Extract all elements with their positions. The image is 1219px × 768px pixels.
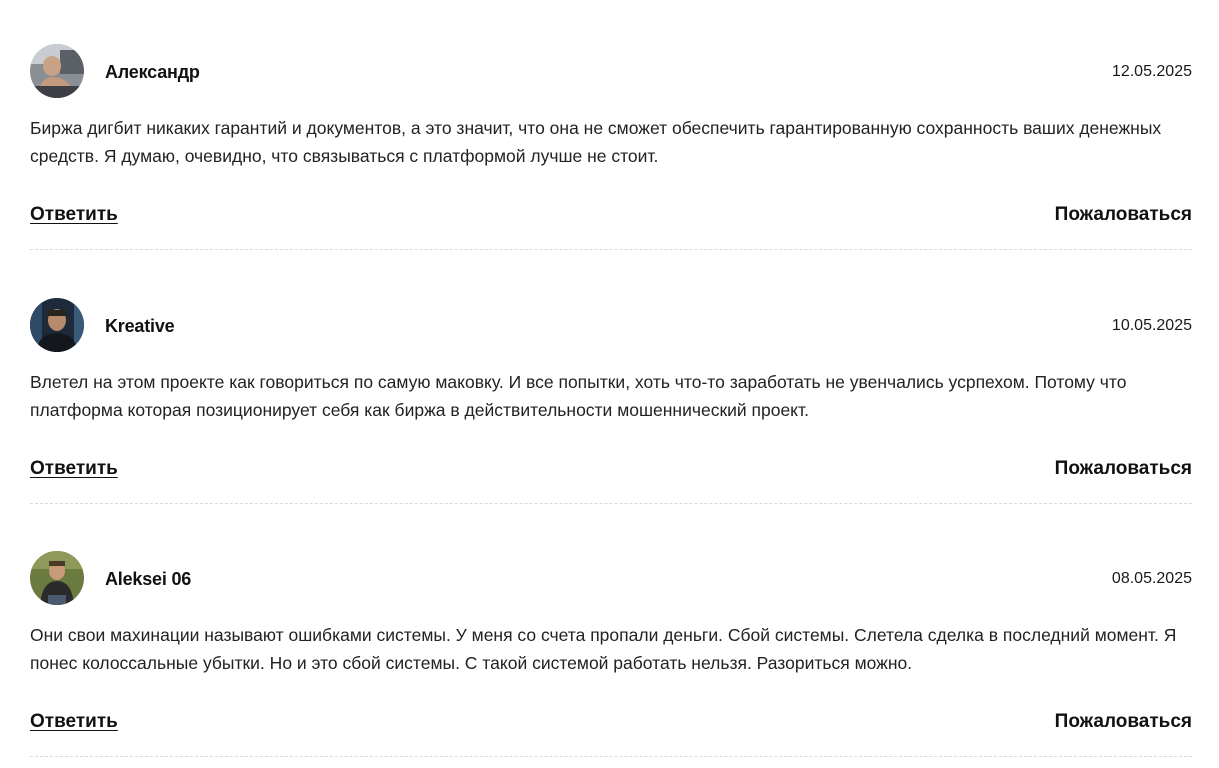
comment-actions: Ответить Пожаловаться [30,458,1192,486]
author-name: Aleksei 06 [105,569,192,589]
comment-header: Aleksei 06 08.05.2025 [30,551,1192,607]
comment-text: Биржа дигбит никаких гарантий и документ… [30,118,1162,166]
comment-text: Они свои махинации называют ошибками сис… [30,625,1177,673]
report-link[interactable]: Пожаловаться [1055,204,1192,226]
divider [30,249,1192,250]
reply-link[interactable]: Ответить [30,458,118,480]
divider [30,756,1192,757]
comment-item: Aleksei 06 08.05.2025 Они свои махинации… [30,551,1192,768]
avatar [30,298,84,352]
report-link[interactable]: Пожаловаться [1055,711,1192,733]
comment-header: Kreative 10.05.2025 [30,298,1192,354]
comment-item: Александр 12.05.2025 Биржа дигбит никаки… [30,44,1192,297]
avatar [30,44,84,98]
comment-date: 08.05.2025 [1111,570,1192,587]
author-name: Александр [105,62,200,82]
comments-list: Александр 12.05.2025 Биржа дигбит никаки… [0,0,1219,768]
comment-actions: Ответить Пожаловаться [30,204,1192,232]
reply-link[interactable]: Ответить [30,204,118,226]
comment-actions: Ответить Пожаловаться [30,711,1192,739]
reply-link[interactable]: Ответить [30,711,118,733]
comment-header: Александр 12.05.2025 [30,44,1192,100]
comment-date: 10.05.2025 [1111,317,1192,334]
comment-date: 12.05.2025 [1111,63,1192,80]
avatar [30,551,84,605]
author-name: Kreative [105,316,175,336]
report-link[interactable]: Пожаловаться [1055,458,1192,480]
comment-item: Kreative 10.05.2025 Влетел на этом проек… [30,298,1192,551]
comment-text: Влетел на этом проекте как говориться по… [30,372,1127,420]
divider [30,503,1192,504]
